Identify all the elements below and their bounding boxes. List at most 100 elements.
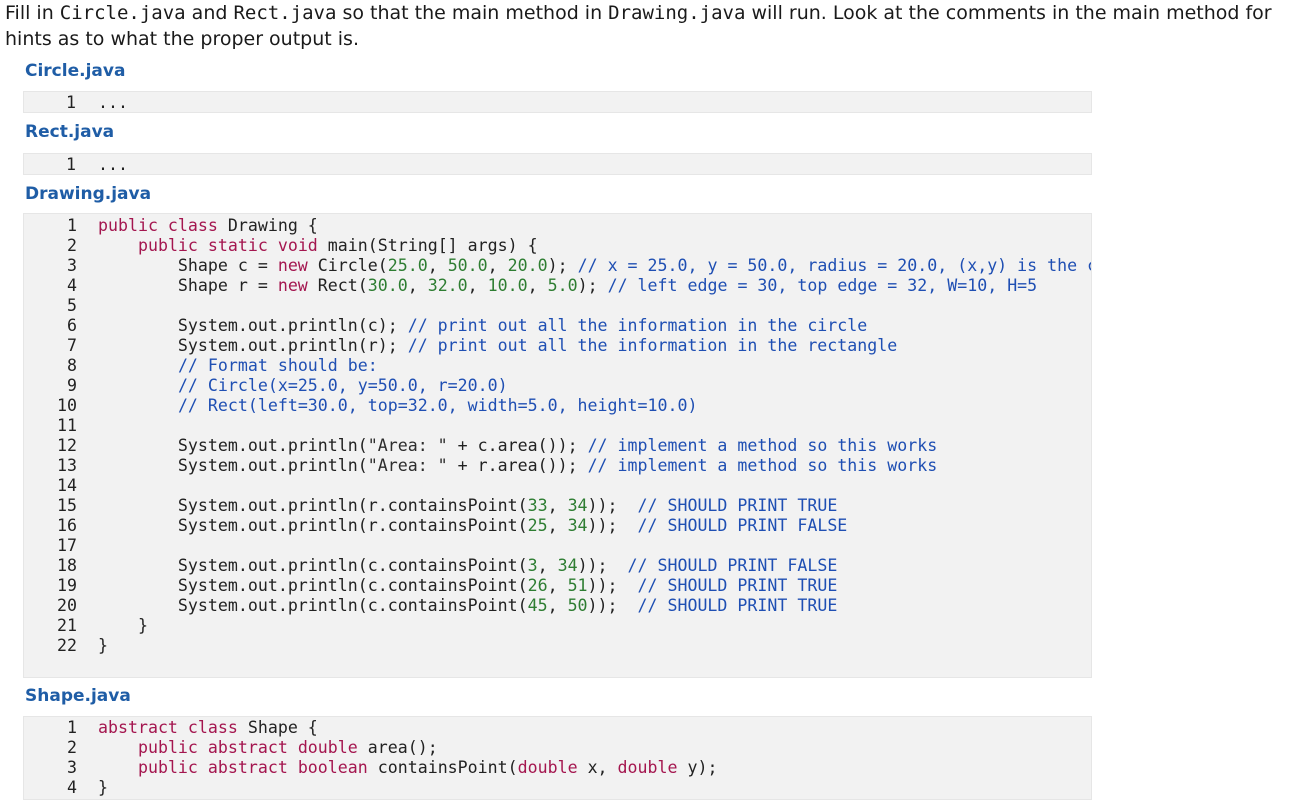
code-text: System.out.println(r.containsPoint( (98, 515, 528, 535)
code-line: 12 System.out.println("Area: " + c.area(… (24, 435, 1091, 455)
line-number: 22 (57, 635, 77, 655)
code-keyword: public static void (137, 235, 328, 255)
line-number: 12 (57, 435, 77, 455)
code-text: System.out.println(c); (98, 315, 408, 335)
code-source: System.out.println(c.containsPoint(26, 5… (77, 576, 837, 595)
line-number: 4 (67, 777, 77, 797)
code-source: // Format should be: (77, 356, 378, 375)
code-text: y); (687, 757, 718, 777)
code-text: )); (587, 515, 638, 535)
code-source: System.out.println(c.containsPoint(3, 34… (77, 556, 837, 575)
code-number: 34 (557, 555, 578, 575)
code-comment: // Rect(left=30.0, top=32.0, width=5.0, … (177, 395, 698, 415)
code-text: )); (587, 595, 638, 615)
code-comment: // SHOULD PRINT FALSE (637, 515, 848, 535)
code-comment: // x = 25.0, y = 50.0, radius = 20.0, (x… (577, 255, 1091, 275)
code-line: 4} (24, 777, 1091, 797)
code-source: Shape c = new Circle(25.0, 50.0, 20.0); … (77, 256, 1091, 275)
code-comment: // SHOULD PRINT TRUE (637, 575, 838, 595)
code-string: "Area: " (367, 435, 448, 455)
code-number: 30.0 (367, 275, 408, 295)
rect-code-editor[interactable]: 1... (23, 153, 1092, 175)
code-line: 1 abstract class Shape { (24, 717, 1091, 737)
code-source: System.out.println(r.containsPoint(33, 3… (77, 496, 837, 515)
line-number: 1 (67, 717, 77, 737)
code-text: , (537, 555, 558, 575)
code-line: 18 System.out.println(c.containsPoint(3,… (24, 555, 1091, 575)
line-number: 16 (57, 515, 77, 535)
code-text: , (547, 575, 568, 595)
code-text: Shape r = (98, 275, 278, 295)
code-text: , (487, 255, 508, 275)
code-number: 34 (567, 515, 588, 535)
code-line: 1... (24, 92, 1091, 112)
code-line: 3 public abstract boolean containsPoint(… (24, 757, 1091, 777)
code-text: Circle( (317, 255, 388, 275)
line-number: 6 (67, 315, 77, 335)
line-number: 8 (67, 355, 77, 375)
code-line: 10 // Rect(left=30.0, top=32.0, width=5.… (24, 395, 1091, 415)
line-number: 20 (57, 595, 77, 615)
code-source: // Rect(left=30.0, top=32.0, width=5.0, … (77, 395, 698, 415)
code-text: } (98, 635, 108, 655)
code-line: 2 public static void main(String[] args)… (24, 235, 1091, 255)
line-number: 7 (67, 335, 77, 355)
code-comment: // implement a method so this works (587, 455, 938, 475)
code-source: System.out.println("Area: " + c.area());… (77, 436, 937, 455)
code-text: + r.area()); (447, 455, 588, 475)
line-number: 19 (57, 575, 77, 595)
line-number: 5 (67, 295, 77, 315)
line-number: 2 (67, 235, 77, 255)
code-text: ... (98, 92, 128, 112)
code-text: , (547, 515, 568, 535)
rect-file-title: Rect.java (25, 122, 115, 142)
code-keyword: public abstract boolean (137, 757, 378, 777)
instructions-text: Fill in Circle.java and Rect.java so tha… (5, 0, 1300, 52)
line-number: 11 (57, 415, 77, 435)
code-keyword: public abstract double (137, 737, 368, 757)
code-comment: // SHOULD PRINT TRUE (637, 595, 838, 615)
shape-code-block: 1 abstract class Shape {2 public abstract… (23, 716, 1092, 800)
code-line: 8 // Format should be: (24, 355, 1091, 375)
code-line: 3 Shape c = new Circle(25.0, 50.0, 20.0)… (24, 255, 1091, 275)
code-line: 22} (24, 635, 1091, 655)
code-text: + c.area()); (447, 435, 588, 455)
code-keyword: new (277, 275, 318, 295)
code-source: System.out.println(r.containsPoint(25, 3… (77, 516, 847, 535)
code-number: 3 (527, 555, 538, 575)
code-source: public class Drawing { (77, 216, 318, 235)
code-comment: // Circle(x=25.0, y=50.0, r=20.0) (177, 375, 508, 395)
code-keyword: new (277, 255, 318, 275)
code-comment: // print out all the information in the … (407, 335, 898, 355)
code-number: 25 (527, 515, 548, 535)
code-keyword: public class (98, 215, 228, 235)
code-number: 10.0 (487, 275, 528, 295)
code-number: 5.0 (547, 275, 578, 295)
drawing-file-ref: Drawing.java (608, 2, 746, 24)
circle-file-ref: Circle.java (59, 2, 186, 24)
code-comment: // left edge = 30, top edge = 32, W=10, … (607, 275, 1038, 295)
circle-code-editor[interactable]: 1... (23, 91, 1092, 113)
code-text: main(String[] args) { (327, 235, 538, 255)
code-line: 7 System.out.println(r); // print out al… (24, 335, 1091, 355)
line-number: 9 (67, 375, 77, 395)
code-line: 19 System.out.println(c.containsPoint(26… (24, 575, 1091, 595)
code-source: public abstract double area(); (77, 738, 438, 757)
line-number: 18 (57, 555, 77, 575)
code-text: System.out.println(c.containsPoint( (98, 575, 528, 595)
drawing-code-block: 1 public class Drawing {2 public static v… (23, 213, 1092, 678)
code-source: abstract class Shape { (77, 718, 318, 737)
code-text: x, (587, 757, 618, 777)
code-keyword: double (517, 757, 588, 777)
code-number: 32.0 (427, 275, 468, 295)
code-text: , (547, 495, 568, 515)
instructions-part-2: and (185, 2, 234, 24)
code-source: } (77, 636, 108, 655)
rect-file-ref: Rect.java (233, 2, 337, 24)
code-text: containsPoint( (377, 757, 518, 777)
code-line: 5 (24, 295, 1091, 315)
code-number: 34 (567, 495, 588, 515)
